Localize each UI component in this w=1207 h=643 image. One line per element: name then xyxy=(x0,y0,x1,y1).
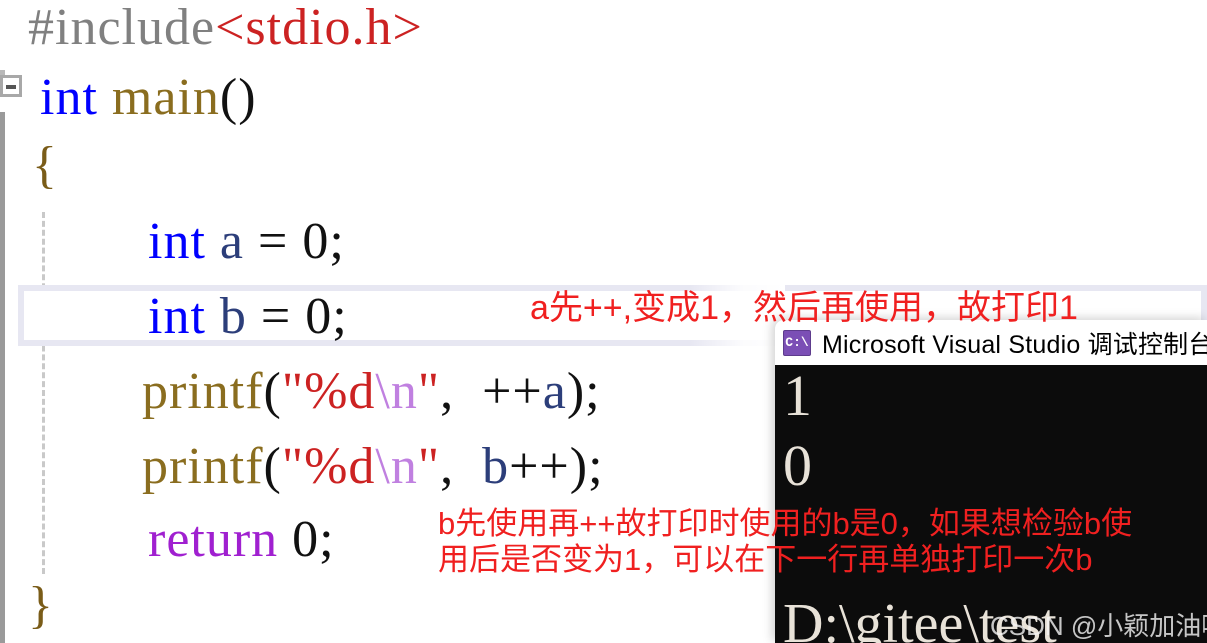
code-token: = xyxy=(244,213,303,270)
code-token: , ++ xyxy=(440,363,543,420)
code-token: ( xyxy=(263,438,282,495)
console-path-line: D:\gitee\test xyxy=(783,593,1057,643)
console-cmd-icon-label: C:\ xyxy=(785,335,809,350)
code-token: () xyxy=(219,69,257,126)
code-token: ; xyxy=(332,288,348,345)
code-token: } xyxy=(28,577,54,634)
code-token: \n xyxy=(375,438,418,495)
code-token: 0 xyxy=(305,288,333,345)
code-token: #include xyxy=(28,0,216,56)
code-token: return xyxy=(148,511,279,568)
code-token: { xyxy=(32,137,58,194)
code-token: ++); xyxy=(509,438,604,495)
debug-console-window[interactable]: C:\ Microsoft Visual Studio 调试控制台 1 0 D:… xyxy=(775,320,1207,643)
code-token: , xyxy=(440,438,483,495)
code-token: "%d xyxy=(281,363,376,420)
code-token: ( xyxy=(263,363,282,420)
code-token: " xyxy=(417,438,441,495)
code-token: "%d xyxy=(281,438,376,495)
code-token: a xyxy=(219,213,244,270)
code-token: <stdio.h> xyxy=(215,0,423,56)
collapse-minus-icon[interactable] xyxy=(0,75,22,97)
code-editor-surface: #include<stdio.h> int main() { int a = 0… xyxy=(0,0,1207,643)
code-token: \n xyxy=(375,363,418,420)
code-token: int xyxy=(148,213,206,270)
code-line-printf-a[interactable]: printf("%d\n", ++a); xyxy=(142,366,601,418)
code-token: main xyxy=(111,69,220,126)
code-line-return[interactable]: return 0; xyxy=(148,514,335,566)
code-token: ); xyxy=(566,363,601,420)
code-line-main[interactable]: int main() xyxy=(40,72,257,124)
code-token: b xyxy=(482,438,510,495)
console-output-area[interactable]: 1 0 D:\gitee\test xyxy=(775,365,1207,643)
code-token: printf xyxy=(142,438,264,495)
code-token: b xyxy=(219,288,247,345)
code-token: 0 xyxy=(302,213,330,270)
annotation-increment-a: a先++,变成1，然后再使用，故打印1 xyxy=(530,289,1078,327)
code-token: " xyxy=(417,363,441,420)
indent-guide xyxy=(42,212,45,574)
code-token: = xyxy=(246,288,306,345)
code-line-include[interactable]: #include<stdio.h> xyxy=(28,2,423,54)
console-cmd-icon: C:\ xyxy=(783,329,811,356)
console-output-line-2: 0 xyxy=(783,433,812,498)
code-line-decl-a[interactable]: int a = 0; xyxy=(148,216,345,268)
code-line-printf-b[interactable]: printf("%d\n", b++); xyxy=(142,441,604,493)
code-line-open-brace[interactable]: { xyxy=(32,140,58,192)
editor-margin-bar xyxy=(0,112,5,643)
code-token: ; xyxy=(329,213,345,270)
code-token: 0; xyxy=(278,511,335,568)
code-token: int xyxy=(40,69,98,126)
code-token: int xyxy=(148,288,206,345)
code-line-decl-b[interactable]: int b = 0; xyxy=(148,291,348,343)
console-output-line-1: 1 xyxy=(783,365,812,428)
code-line-close-brace[interactable]: } xyxy=(28,580,54,632)
annotation-increment-b: b先使用再++故打印时使用的b是0，如果想检验b使 用后是否变为1，可以在下一行… xyxy=(438,506,1133,577)
console-title-label: Microsoft Visual Studio 调试控制台 xyxy=(822,330,1207,359)
code-token: printf xyxy=(142,363,264,420)
code-token: a xyxy=(542,363,567,420)
